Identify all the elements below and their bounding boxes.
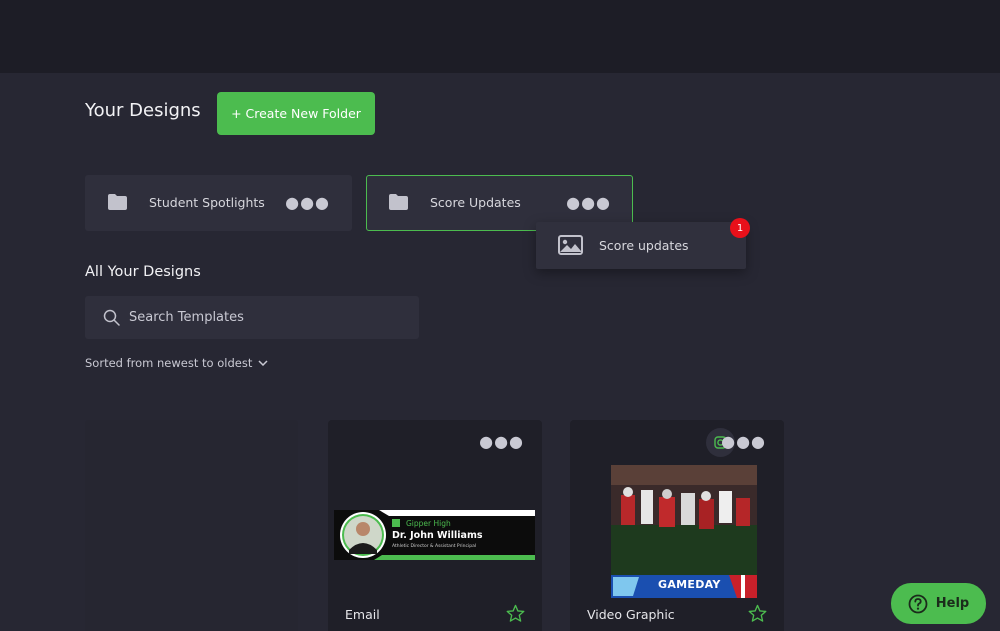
design-card-email[interactable]: ●●● Gipper High Dr. John Williams Athlet… — [328, 420, 542, 631]
image-icon — [558, 235, 583, 255]
design-card-placeholder — [85, 420, 298, 631]
chevron-down-icon — [258, 360, 268, 366]
folder-icon — [108, 194, 127, 210]
create-new-folder-button[interactable]: + Create New Folder — [217, 92, 375, 135]
favorite-star-icon[interactable] — [748, 604, 767, 623]
dropdown-item-score-updates[interactable]: Score updates — [599, 238, 689, 253]
email-school-name: Gipper High — [406, 519, 451, 528]
card-name: Video Graphic — [587, 607, 675, 622]
section-title: All Your Designs — [85, 264, 201, 280]
design-card-video-graphic[interactable]: ●●● GAMEDAY Video Graphic — [570, 420, 784, 631]
sort-label: Sorted from newest to oldest — [85, 356, 253, 370]
card-name: Email — [345, 607, 380, 622]
folder-name: Score Updates — [430, 195, 521, 210]
top-bar — [0, 0, 1000, 73]
folder-icon — [389, 194, 408, 210]
email-person-name: Dr. John Williams — [392, 530, 483, 541]
search-box — [85, 296, 419, 339]
card-more-options-button[interactable]: ●●● — [479, 432, 524, 451]
notification-badge: 1 — [730, 218, 750, 238]
question-icon — [908, 594, 928, 613]
video-thumbnail: GAMEDAY — [611, 465, 757, 598]
email-thumbnail: Gipper High Dr. John Williams Athletic D… — [334, 510, 535, 560]
folder-name: Student Spotlights — [149, 195, 265, 210]
folder-student-spotlights[interactable]: Student Spotlights ●●● — [85, 175, 352, 231]
page-title: Your Designs — [85, 100, 201, 121]
folder-more-options-button[interactable]: ●●● — [566, 193, 611, 212]
search-input[interactable] — [129, 296, 399, 339]
sort-dropdown[interactable]: Sorted from newest to oldest — [85, 356, 268, 370]
favorite-star-icon[interactable] — [506, 604, 525, 623]
gameday-banner-text: GAMEDAY — [658, 578, 721, 591]
email-person-role: Athletic Director & Assistant Principal — [392, 544, 477, 549]
help-button[interactable]: Help — [891, 583, 986, 624]
card-more-options-button[interactable]: ●●● — [721, 432, 766, 451]
folder-more-options-button[interactable]: ●●● — [285, 193, 330, 212]
help-label: Help — [935, 596, 970, 611]
folder-contents-dropdown: Score updates — [536, 222, 746, 269]
search-icon — [103, 309, 120, 326]
